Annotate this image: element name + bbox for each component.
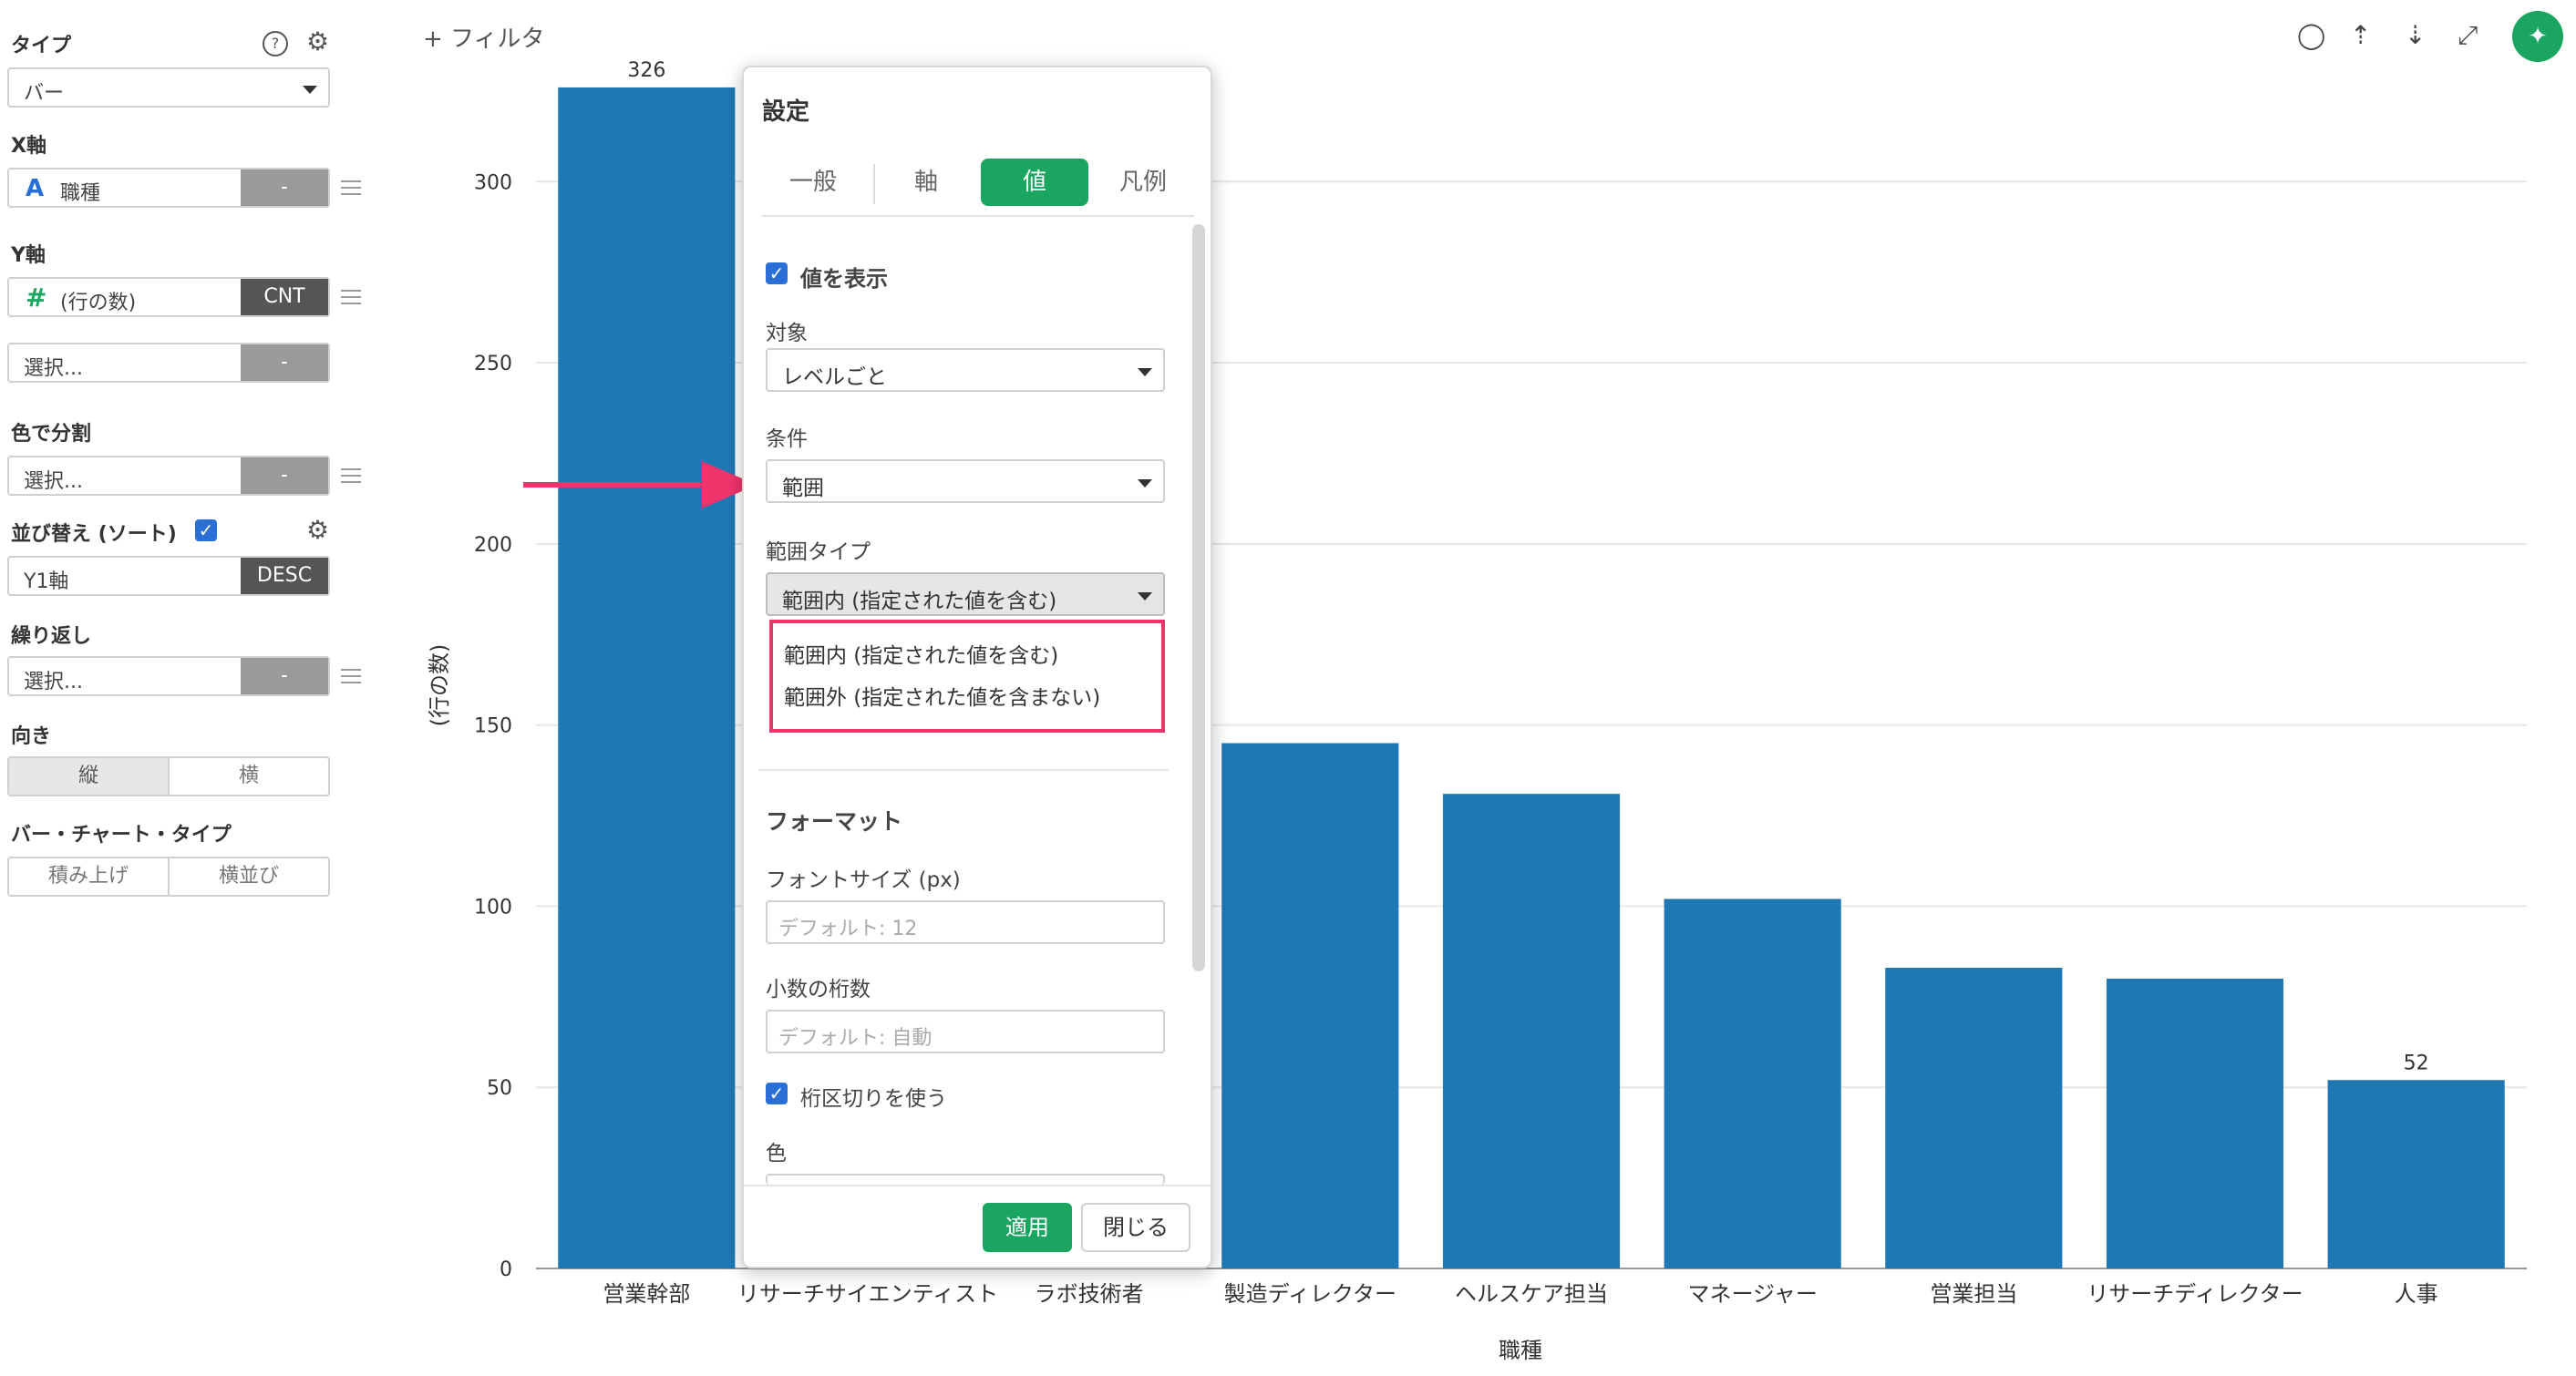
range-option-outside[interactable]: 範囲外 (指定された値を含まない) [784,680,1100,711]
font-size-input[interactable]: デフォルト: 12 [766,900,1165,944]
chevron-down-icon [1138,592,1152,601]
data-label: 326 [627,59,665,82]
dialog-title: 設定 [762,98,810,126]
annotation-arrow [523,461,757,508]
range-type-dropdown: 範囲内 (指定された値を含む) 範囲外 (指定された値を含まない) [769,620,1165,733]
y-tick-label: 50 [487,1077,512,1100]
y-tick-label: 100 [474,896,512,919]
y-tick-label: 150 [474,715,512,738]
bar[interactable] [2106,978,2284,1268]
range-option-inside[interactable]: 範囲内 (指定された値を含む) [784,638,1058,669]
tab-underline [762,215,1194,217]
target-label: 対象 [766,322,808,345]
bar[interactable] [2327,1080,2505,1268]
data-label: 52 [2404,1052,2429,1074]
dialog-scrollbar[interactable] [1192,224,1205,971]
bar[interactable] [1885,968,2063,1268]
target-select[interactable]: レベルごと [766,348,1165,392]
settings-tabs: 一般 軸 値 凡例 [762,159,1194,210]
x-tick-label: ヘルスケア担当 [1455,1281,1608,1307]
bar[interactable] [1221,743,1399,1268]
bar-chart: 0 50 100 150 200 250 300 営業幹部 リサーチサイエンティスト ラボ技術者… [427,59,2527,1363]
x-tick-label: リサーチディレクター [2087,1281,2303,1307]
decimals-placeholder: デフォルト: 自動 [778,1027,933,1050]
y-axis-title: (行の数) [427,644,452,727]
y-tick-label: 200 [474,534,512,557]
tab-legend[interactable]: 凡例 [1092,159,1194,206]
x-tick-label: ラボ技術者 [1035,1281,1144,1307]
x-tick-label: 営業担当 [1930,1281,2017,1307]
x-tick-label: 人事 [2395,1281,2438,1307]
thousands-separator-checkbox[interactable]: ✓ [766,1083,788,1104]
decimals-input[interactable]: デフォルト: 自動 [766,1010,1165,1053]
show-values-checkbox[interactable]: ✓ [766,262,788,284]
range-type-select[interactable]: 範囲内 (指定された値を含む) [766,572,1165,616]
tab-general[interactable]: 一般 [762,159,864,206]
chevron-down-icon [1138,368,1152,376]
x-tick-label: 製造ディレクター [1224,1281,1396,1307]
condition-label: 条件 [766,427,808,451]
show-values-label: 値を表示 [800,266,888,292]
settings-dialog: 設定 一般 軸 値 凡例 ✓ 値を表示 対象 レベルごと 条件 範囲 範囲タイプ… [742,66,1212,1268]
bar[interactable] [1664,899,1841,1268]
chevron-down-icon [1138,479,1152,488]
range-type-value: 範囲内 (指定された値を含む) [782,590,1057,613]
font-size-label: フォントサイズ (px) [766,868,961,892]
decimals-label: 小数の桁数 [766,978,871,1001]
condition-value: 範囲 [782,477,824,500]
y-tick-label: 0 [500,1258,512,1281]
thousands-separator-label: 桁区切りを使う [800,1087,947,1111]
tab-values[interactable]: 値 [981,159,1088,206]
x-tick-label: 営業幹部 [603,1281,690,1307]
y-tick-label: 250 [474,353,512,375]
close-button[interactable]: 閉じる [1081,1203,1190,1252]
color-input[interactable] [766,1174,1165,1185]
dialog-footer-divider [744,1185,1211,1186]
apply-button[interactable]: 適用 [983,1203,1072,1252]
section-divider [758,769,1169,771]
condition-select[interactable]: 範囲 [766,459,1165,503]
x-tick-label: リサーチサイエンティスト [737,1281,998,1307]
bar[interactable] [558,87,736,1268]
color-label: 色 [766,1142,787,1165]
tab-axis[interactable]: 軸 [875,159,977,206]
font-size-placeholder: デフォルト: 12 [778,918,918,940]
target-value: レベルごと [782,365,887,389]
x-axis-title: 職種 [1499,1338,1542,1363]
x-tick-label: マネージャー [1688,1281,1818,1307]
format-heading: フォーマット [766,808,903,835]
bar[interactable] [1442,794,1621,1268]
range-type-label: 範囲タイプ [766,540,871,564]
y-tick-label: 300 [474,171,512,194]
